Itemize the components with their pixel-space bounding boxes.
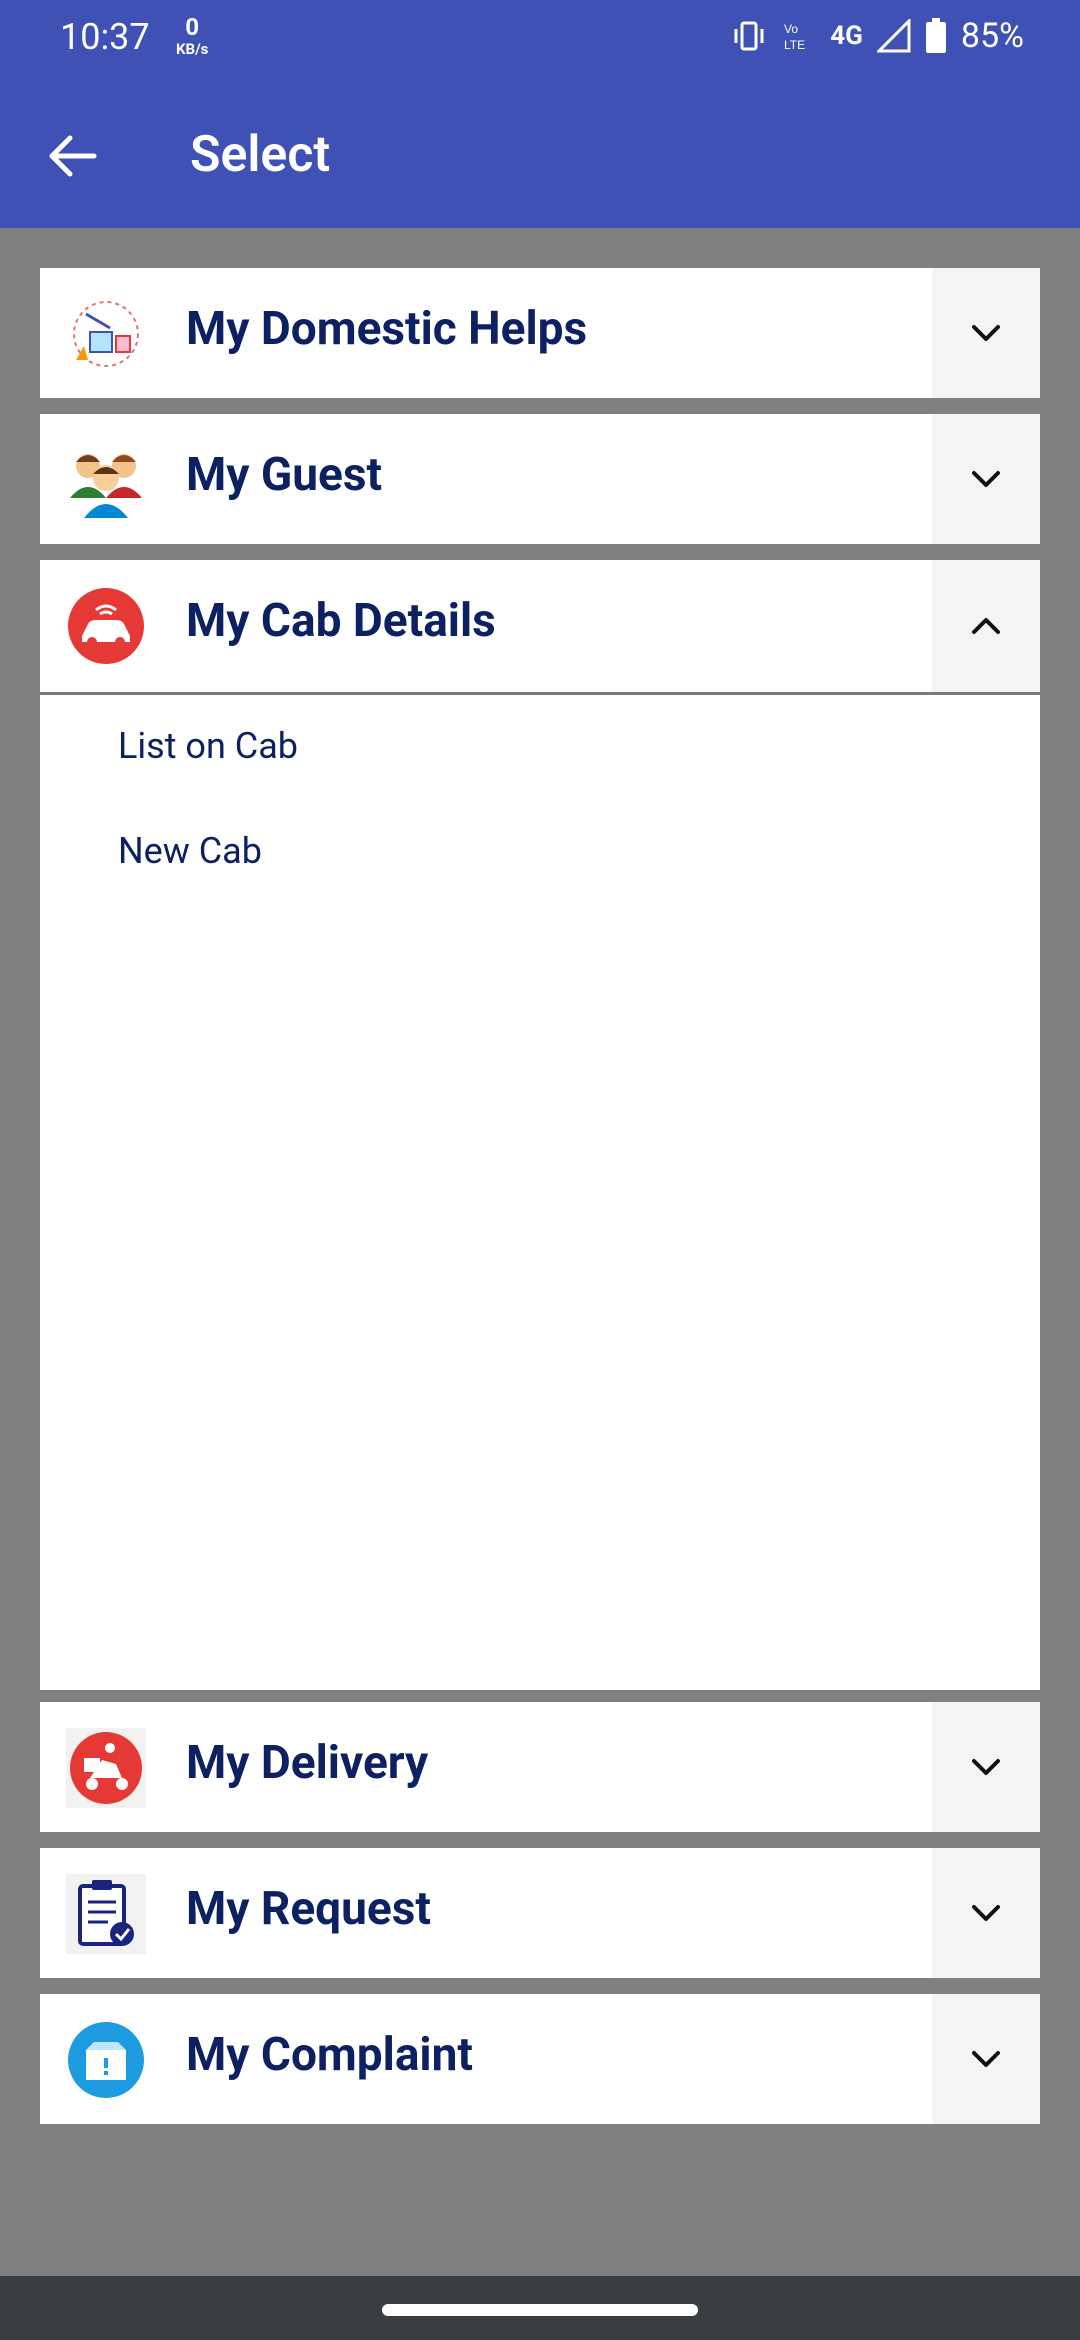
network-speed-value: 0 xyxy=(185,13,200,41)
list-item-list-on-cab[interactable]: List on Cab xyxy=(118,725,298,767)
app-bar: Select xyxy=(0,80,1080,228)
status-bar: 10:37 0 KB/s Vo LTE 4G 85% xyxy=(0,0,1080,80)
section-request[interactable]: My Request xyxy=(40,1848,1040,1978)
network-speed: 0 KB/s xyxy=(176,13,209,60)
chevron-down-icon xyxy=(972,325,1000,341)
battery-icon xyxy=(925,18,946,53)
section-title: My Cab Details xyxy=(186,594,496,648)
expand-button[interactable] xyxy=(932,1702,1040,1832)
list-item-new-cab[interactable]: New Cab xyxy=(118,830,262,872)
expand-button[interactable] xyxy=(932,414,1040,544)
cab-icon xyxy=(68,588,144,664)
home-gesture-handle[interactable] xyxy=(382,2304,698,2316)
status-icons: Vo LTE 4G 85% xyxy=(730,16,1024,56)
section-complaint[interactable]: My Complaint xyxy=(40,1994,1040,2124)
svg-text:LTE: LTE xyxy=(784,38,805,52)
status-time: 10:37 xyxy=(60,16,150,58)
delivery-icon xyxy=(66,1728,146,1808)
section-title: My Guest xyxy=(186,448,383,502)
section-title: My Domestic Helps xyxy=(186,302,588,356)
section-title: My Complaint xyxy=(186,2028,473,2082)
chevron-down-icon xyxy=(972,1905,1000,1921)
section-title: My Delivery xyxy=(186,1736,429,1790)
back-arrow-icon[interactable] xyxy=(40,124,104,188)
request-icon xyxy=(66,1874,146,1954)
section-title: My Request xyxy=(186,1882,431,1936)
domestic-helps-icon xyxy=(73,301,139,367)
chevron-down-icon xyxy=(972,1759,1000,1775)
system-nav-bar xyxy=(0,2276,1080,2340)
chevron-up-icon xyxy=(972,618,1000,634)
vibrate-icon xyxy=(734,21,764,51)
chevron-down-icon xyxy=(972,2051,1000,2067)
expand-button[interactable] xyxy=(932,1848,1040,1978)
section-cab-details[interactable]: My Cab Details xyxy=(40,560,1040,692)
page-title: Select xyxy=(190,126,331,184)
volte-icon: Vo LTE xyxy=(784,22,805,52)
expand-button[interactable] xyxy=(932,268,1040,398)
svg-text:Vo: Vo xyxy=(784,22,798,36)
network-speed-unit: KB/s xyxy=(176,40,209,58)
network-type: 4G xyxy=(830,21,863,51)
chevron-down-icon xyxy=(972,471,1000,487)
battery-level: 85% xyxy=(960,16,1024,56)
expand-button[interactable] xyxy=(932,1994,1040,2124)
section-delivery[interactable]: My Delivery xyxy=(40,1702,1040,1832)
guest-icon xyxy=(70,454,142,518)
cab-details-list: List on Cab New Cab xyxy=(40,692,1040,1690)
section-domestic-helps[interactable]: My Domestic Helps xyxy=(40,268,1040,398)
signal-icon xyxy=(876,19,911,53)
complaint-icon xyxy=(68,2022,144,2098)
section-guest[interactable]: My Guest xyxy=(40,414,1040,544)
collapse-button[interactable] xyxy=(932,560,1040,692)
